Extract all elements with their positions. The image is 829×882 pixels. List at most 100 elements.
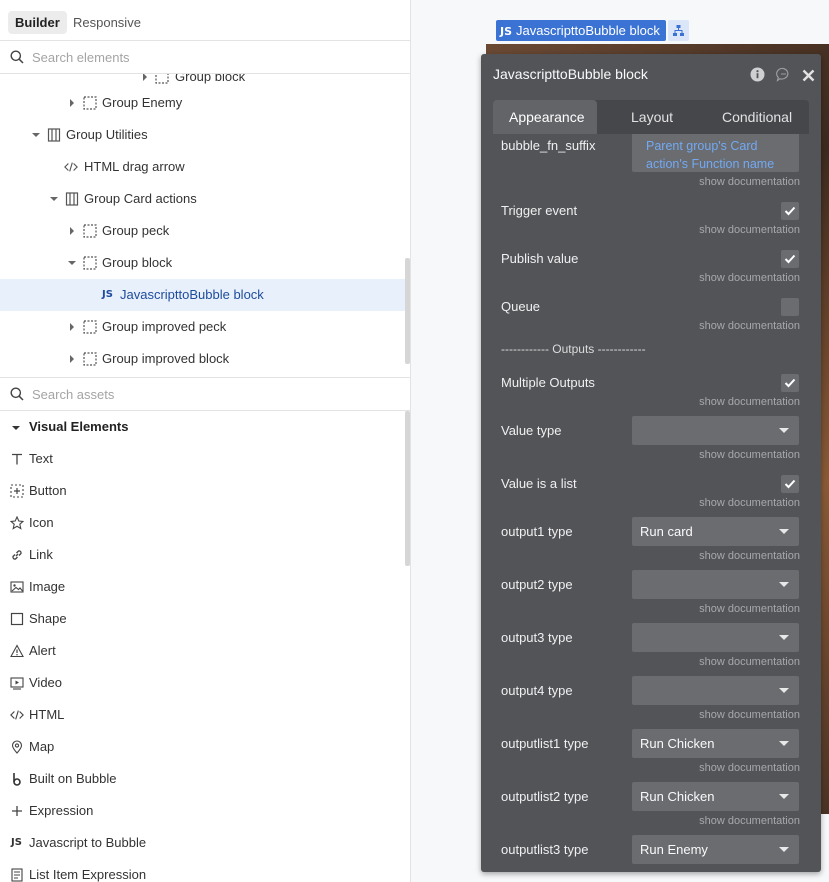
checkmark-icon — [784, 254, 796, 264]
show-documentation-link[interactable]: show documentation — [699, 656, 800, 668]
output4-type-dropdown[interactable] — [632, 676, 799, 705]
tab-layout[interactable]: Layout — [631, 109, 673, 125]
output2-type-dropdown[interactable] — [632, 570, 799, 599]
chevron-down-icon[interactable] — [68, 259, 76, 267]
field-label-multiple-outputs: Multiple Outputs — [501, 375, 595, 390]
asset-item-button[interactable]: Button — [0, 475, 400, 507]
show-documentation-link[interactable]: show documentation — [699, 709, 800, 721]
editor-title: JavascripttoBubble block — [493, 66, 648, 82]
queue-checkbox[interactable] — [781, 298, 799, 316]
show-documentation-link[interactable]: show documentation — [699, 320, 800, 332]
link-icon — [12, 550, 22, 560]
chevron-down-icon — [779, 847, 789, 852]
tree-item-group-block[interactable]: Group block — [0, 247, 405, 279]
publish-value-checkbox[interactable] — [781, 250, 799, 268]
tab-appearance[interactable]: Appearance — [509, 109, 585, 125]
tab-responsive[interactable]: Responsive — [66, 11, 148, 34]
asset-item-html[interactable]: HTML — [0, 699, 400, 731]
asset-item-shape[interactable]: Shape — [0, 603, 400, 635]
asset-item-link[interactable]: Link — [0, 539, 400, 571]
show-documentation-link[interactable]: show documentation — [699, 550, 800, 562]
show-documentation-link[interactable]: show documentation — [699, 224, 800, 236]
asset-item-built-on-bubble[interactable]: Built on Bubble — [0, 763, 400, 795]
value-type-dropdown[interactable] — [632, 416, 799, 445]
tree-item-group-card-actions[interactable]: Group Card actions — [0, 183, 405, 215]
show-documentation-link[interactable]: show documentation — [699, 396, 800, 408]
chevron-down-icon[interactable] — [50, 195, 58, 203]
value-is-list-checkbox[interactable] — [781, 475, 799, 493]
comment-icon[interactable] — [776, 67, 791, 82]
outputlist2-type-dropdown[interactable]: Run Chicken — [632, 782, 799, 811]
dynamic-expression[interactable]: Parent group's Card action's Function na… — [646, 137, 796, 173]
column-group-icon — [65, 192, 79, 206]
tree-item-group-peck[interactable]: Group peck — [0, 215, 405, 247]
asset-item-expression[interactable]: Expression — [0, 795, 400, 827]
multiple-outputs-checkbox[interactable] — [781, 374, 799, 392]
chevron-right-icon[interactable] — [68, 323, 76, 331]
asset-item-label: Image — [29, 579, 66, 594]
output1-type-dropdown[interactable]: Run card — [632, 517, 799, 546]
asset-item-javascript-to-bubble[interactable]: JS Javascript to Bubble — [0, 827, 400, 859]
show-documentation-link[interactable]: show documentation — [699, 497, 800, 509]
star-icon — [10, 516, 24, 530]
editor-body: bubble_fn_suffix Parent group's Card act… — [481, 134, 821, 872]
tree-item-group-improved-peck[interactable]: Group improved peck — [0, 311, 405, 343]
tree-item-label: Group Utilities — [66, 127, 148, 142]
checkmark-icon — [784, 378, 796, 388]
asset-item-image[interactable]: Image — [0, 571, 400, 603]
show-documentation-link[interactable]: show documentation — [699, 176, 800, 188]
group-icon — [83, 320, 97, 334]
trigger-event-checkbox[interactable] — [781, 202, 799, 220]
tree-scrollbar[interactable] — [405, 258, 410, 364]
asset-scrollbar[interactable] — [405, 411, 410, 566]
outputlist1-type-dropdown[interactable]: Run Chicken — [632, 729, 799, 758]
chevron-right-icon[interactable] — [68, 227, 76, 235]
chevron-right-icon[interactable] — [141, 74, 149, 81]
close-icon[interactable] — [801, 68, 816, 83]
tree-item-label: Group Enemy — [102, 95, 183, 110]
tree-item-label: Group Card actions — [84, 191, 197, 206]
tree-item-group-utilities[interactable]: Group Utilities — [0, 119, 405, 151]
chevron-right-icon[interactable] — [68, 99, 76, 107]
js-icon: JS — [102, 289, 113, 300]
show-documentation-link[interactable]: show documentation — [699, 272, 800, 284]
tree-item-group-improved-block[interactable]: Group improved block — [0, 343, 405, 375]
info-icon[interactable] — [750, 67, 765, 82]
chevron-down-icon[interactable] — [32, 131, 40, 139]
asset-item-label: Link — [29, 547, 53, 562]
asset-item-list-item-expression[interactable]: List Item Expression — [0, 859, 400, 882]
tab-builder[interactable]: Builder — [8, 11, 67, 34]
asset-item-alert[interactable]: Alert — [0, 635, 400, 667]
asset-item-video[interactable]: Video — [0, 667, 400, 699]
outputs-separator: ------------ Outputs ------------ — [501, 342, 646, 356]
field-label-outputlist1-type: outputlist1 type — [501, 736, 589, 751]
show-documentation-link[interactable]: show documentation — [699, 449, 800, 461]
bubble-fn-suffix-input[interactable]: Parent group's Card action's Function na… — [632, 134, 799, 172]
chevron-down-icon[interactable] — [12, 424, 20, 432]
show-documentation-link[interactable]: show documentation — [699, 603, 800, 615]
tab-conditional[interactable]: Conditional — [722, 109, 792, 125]
output3-type-dropdown[interactable] — [632, 623, 799, 652]
chevron-down-icon — [779, 582, 789, 587]
element-search-input[interactable] — [32, 47, 392, 68]
asset-search-input[interactable] — [32, 384, 392, 405]
tree-item-label: Group block — [175, 74, 246, 84]
tree-item-html-drag-arrow[interactable]: HTML drag arrow — [0, 151, 405, 183]
outputlist3-type-dropdown[interactable]: Run Enemy — [632, 835, 799, 864]
asset-item-icon[interactable]: Icon — [0, 507, 400, 539]
group-icon — [83, 352, 97, 366]
tree-item-group-enemy[interactable]: Group Enemy — [0, 87, 405, 119]
show-documentation-link[interactable]: show documentation — [699, 815, 800, 827]
chevron-right-icon[interactable] — [68, 355, 76, 363]
tree-item-label: Group improved peck — [102, 319, 227, 334]
hierarchy-button[interactable] — [668, 20, 689, 41]
asset-item-map[interactable]: Map — [0, 731, 400, 763]
html-icon — [64, 162, 78, 172]
tree-item-javascripttobubble-block[interactable]: JS JavascripttoBubble block — [0, 279, 405, 311]
section-visual-elements[interactable]: Visual Elements — [0, 411, 400, 443]
chevron-down-icon — [779, 794, 789, 799]
show-documentation-link[interactable]: show documentation — [699, 762, 800, 774]
asset-item-text[interactable]: Text — [0, 443, 400, 475]
selected-element-label[interactable]: JS JavascripttoBubble block — [496, 20, 666, 41]
field-label-output3-type: output3 type — [501, 630, 573, 645]
